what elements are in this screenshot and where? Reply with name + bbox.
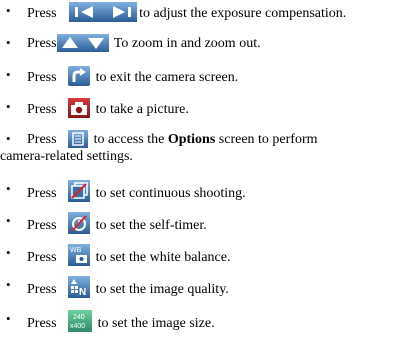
press-label: Press: [27, 132, 57, 147]
bullet: •: [6, 35, 11, 50]
camera-icon: [68, 98, 91, 118]
zoom-out-icon: [82, 34, 109, 52]
left-arrow-icon: [69, 2, 104, 22]
item-text: to take a picture.: [92, 102, 189, 117]
press-label: Press: [27, 282, 57, 297]
item-text-before: to access the: [90, 132, 168, 147]
press-label: Press: [27, 250, 57, 265]
bullet: •: [6, 213, 11, 228]
bullet: •: [6, 67, 11, 82]
right-arrow-icon: [103, 2, 138, 22]
item-text-line2: camera-related settings.: [0, 149, 133, 164]
press-label: Press: [27, 218, 57, 233]
exit-arrow-icon: [68, 66, 91, 86]
item-text: to set the image size.: [94, 316, 215, 331]
image-quality-icon: N: [68, 276, 91, 298]
bullet: •: [6, 311, 11, 326]
image-size-icon-bottom: x400: [70, 323, 85, 330]
item-text: to exit the camera screen.: [92, 70, 239, 85]
item-text: To zoom in and zoom out.: [110, 36, 261, 51]
options-bold-label: Options: [167, 132, 216, 147]
white-balance-icon-label: WB: [70, 247, 82, 254]
item-text-after: screen to perform: [215, 132, 318, 147]
press-label: Press: [27, 186, 57, 201]
item-text: to adjust the exposure compensation.: [139, 6, 347, 21]
press-label: Press: [27, 316, 57, 331]
item-text: to set the image quality.: [92, 282, 229, 297]
item-text: to set the self-timer.: [92, 218, 207, 233]
press-label: Press: [27, 36, 57, 51]
press-label: Press: [27, 70, 57, 85]
image-size-icon: 240 x400: [68, 310, 93, 332]
continuous-shooting-icon: [68, 180, 91, 202]
bullet: •: [6, 277, 11, 292]
item-text: to set continuous shooting.: [92, 186, 246, 201]
press-label: Press: [27, 102, 57, 117]
zoom-in-icon: [56, 34, 83, 52]
options-icon: [68, 130, 89, 148]
self-timer-icon: [68, 212, 91, 234]
instruction-list: • Press to adjust the exposure compensat…: [0, 0, 394, 354]
bullet: •: [6, 3, 11, 18]
bullet: •: [6, 245, 11, 260]
item-text: to set the white balance.: [92, 250, 231, 265]
white-balance-icon: WB: [68, 244, 91, 266]
bullet: •: [6, 99, 11, 114]
bullet: •: [6, 181, 11, 196]
bullet: •: [6, 131, 11, 146]
image-quality-icon-label: N: [79, 287, 86, 298]
press-label: Press: [27, 6, 57, 21]
image-size-icon-top: 240: [73, 314, 85, 321]
